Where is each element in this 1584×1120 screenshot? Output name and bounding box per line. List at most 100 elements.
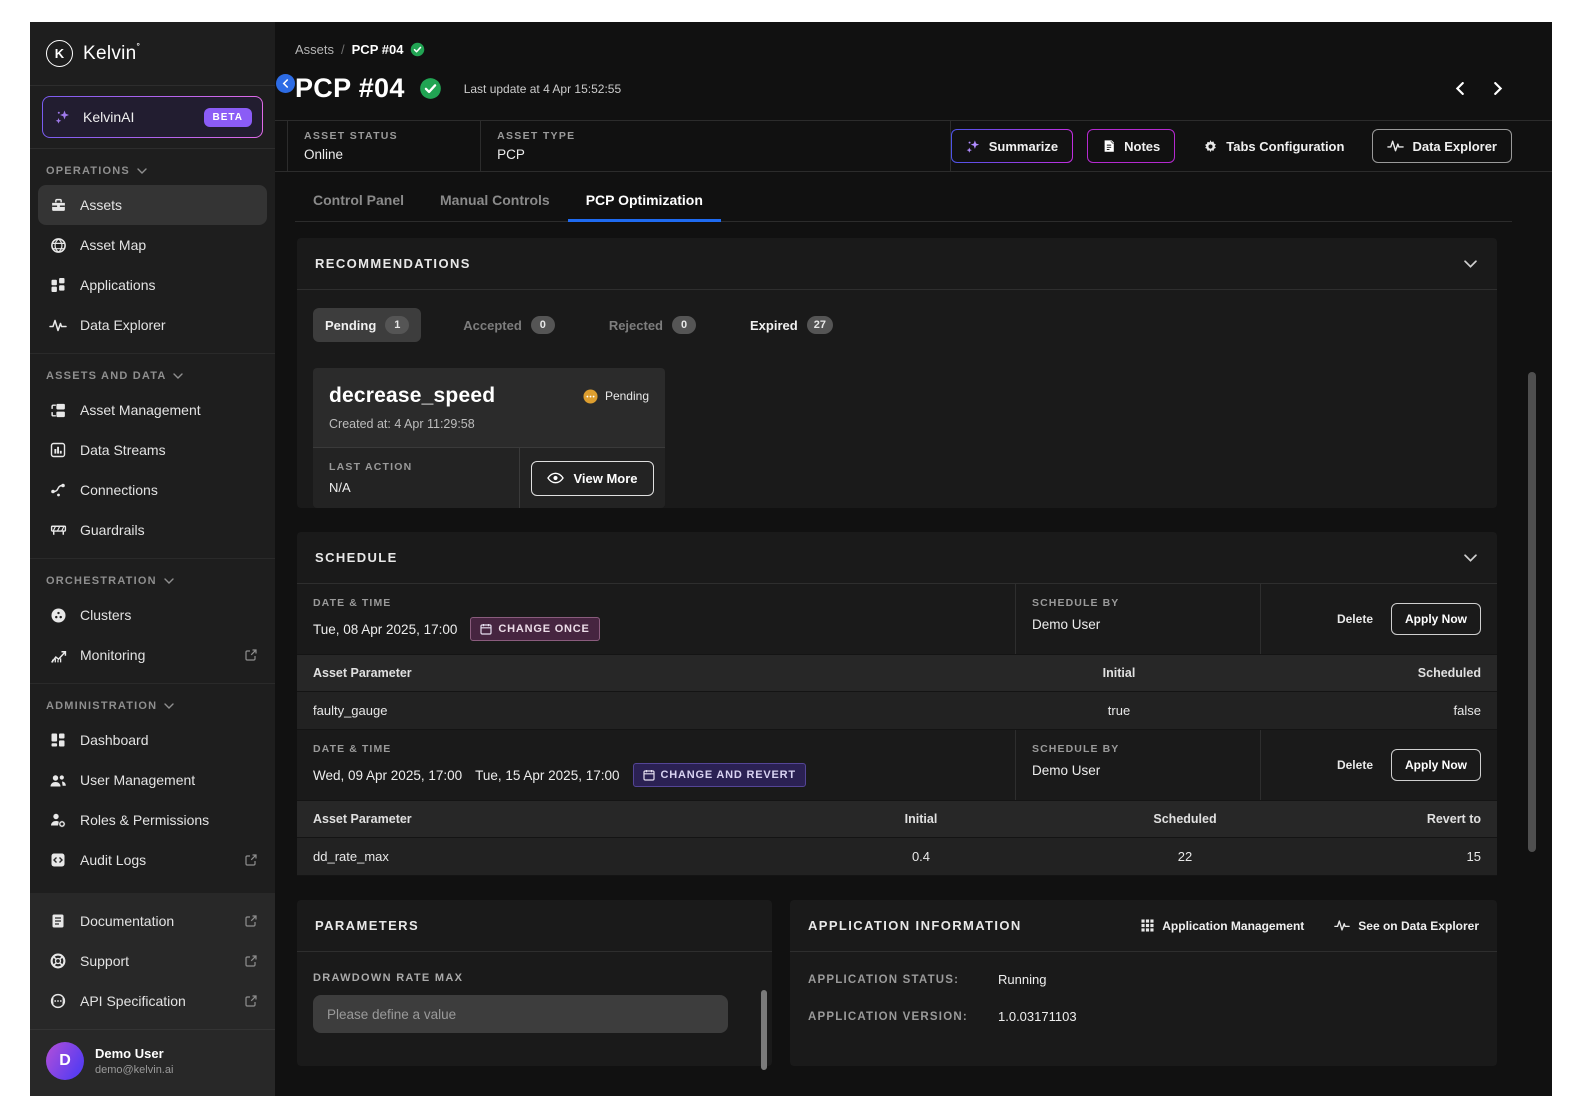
- globe-icon: [48, 237, 68, 254]
- sidebar-item-asset-management[interactable]: Asset Management: [38, 390, 267, 430]
- monitoring-icon: [48, 647, 68, 664]
- last-update: Last update at 4 Apr 15:52:55: [464, 82, 621, 96]
- drawdown-rate-max-input[interactable]: [313, 995, 728, 1033]
- filter-pending[interactable]: Pending1: [313, 308, 421, 342]
- filter-expired[interactable]: Expired27: [738, 308, 845, 342]
- data-streams-icon: [48, 442, 68, 458]
- application-management-link[interactable]: Application Management: [1141, 919, 1304, 933]
- apply-now-button[interactable]: Apply Now: [1391, 749, 1481, 781]
- sparkle-icon: [966, 139, 981, 154]
- external-link-icon: [245, 995, 257, 1007]
- collapse-schedule-icon[interactable]: [1462, 552, 1479, 564]
- schedule-by: Demo User: [1032, 617, 1100, 632]
- kelvin-logo[interactable]: K Kelvin˚: [30, 22, 275, 85]
- kelvin-logo-text: Kelvin˚: [83, 43, 141, 65]
- next-asset-button[interactable]: [1490, 78, 1507, 99]
- asset-management-icon: [48, 402, 68, 419]
- page-header: Assets / PCP #04 PCP #04 Last update at …: [275, 22, 1552, 104]
- breadcrumb-assets[interactable]: Assets: [295, 42, 334, 57]
- summarize-button[interactable]: Summarize: [951, 129, 1073, 163]
- recommendation-filters: Pending1 Accepted0 Rejected0 Expired27: [297, 290, 1497, 350]
- clusters-icon: [48, 607, 68, 624]
- sidebar-item-user-management[interactable]: User Management: [38, 760, 267, 800]
- sidebar-item-roles-permissions[interactable]: Roles & Permissions: [38, 800, 267, 840]
- sidebar-sections: OPERATIONSAssetsAsset MapApplicationsDat…: [30, 149, 275, 888]
- notes-button[interactable]: Notes: [1087, 129, 1175, 163]
- tab-pcp-optimization[interactable]: PCP Optimization: [568, 178, 721, 222]
- application-information-panel: APPLICATION INFORMATION Application Mana…: [790, 900, 1497, 1066]
- section-label-operations[interactable]: OPERATIONS: [30, 153, 275, 185]
- sidebar-item-data-explorer[interactable]: Data Explorer: [38, 305, 267, 345]
- guardrails-icon: [48, 522, 68, 539]
- see-on-data-explorer-link[interactable]: See on Data Explorer: [1334, 919, 1479, 933]
- view-more-button[interactable]: View More: [531, 461, 653, 496]
- sidebar-item-assets[interactable]: Assets: [38, 185, 267, 225]
- waveform-icon: [48, 318, 68, 333]
- delete-button[interactable]: Delete: [1337, 758, 1373, 772]
- application-status-value: Running: [998, 972, 1046, 987]
- eye-icon: [547, 472, 564, 484]
- section-label-administration[interactable]: ADMINISTRATION: [30, 688, 275, 720]
- chevron-down-icon: [164, 578, 174, 584]
- sidebar-item-monitoring[interactable]: Monitoring: [38, 635, 267, 675]
- schedule-by: Demo User: [1032, 763, 1100, 778]
- sidebar-item-support[interactable]: Support: [38, 941, 267, 981]
- sidebar-item-data-streams[interactable]: Data Streams: [38, 430, 267, 470]
- tabs-configuration-button[interactable]: Tabs Configuration: [1189, 129, 1358, 163]
- prev-asset-button[interactable]: [1451, 78, 1468, 99]
- sidebar-item-api-specification[interactable]: API Specification: [38, 981, 267, 1021]
- dashboard-icon: [48, 732, 68, 748]
- sidebar-collapse-button[interactable]: [276, 74, 295, 93]
- beta-badge: BETA: [204, 108, 252, 127]
- schedule-table-row: faulty_gauge true false: [297, 692, 1497, 730]
- application-version-value: 1.0.03171103: [998, 1009, 1077, 1024]
- apply-now-button[interactable]: Apply Now: [1391, 603, 1481, 635]
- filter-rejected[interactable]: Rejected0: [597, 308, 708, 342]
- delete-button[interactable]: Delete: [1337, 612, 1373, 626]
- waveform-icon: [1334, 919, 1350, 932]
- change-and-revert-badge[interactable]: CHANGE AND REVERT: [633, 763, 806, 787]
- pending-icon: [583, 389, 598, 404]
- recommendation-card: decrease_speed Pending Created at: 4 Apr…: [313, 368, 665, 508]
- chevron-down-icon: [173, 373, 183, 379]
- main-scrollbar[interactable]: [1528, 372, 1536, 852]
- schedule-datetime: Wed, 09 Apr 2025, 17:00: [313, 768, 462, 783]
- tab-manual-controls[interactable]: Manual Controls: [422, 178, 568, 222]
- collapse-recommendations-icon[interactable]: [1462, 258, 1479, 270]
- section-label-assets-and-data[interactable]: ASSETS AND DATA: [30, 358, 275, 390]
- avatar: D: [46, 1042, 84, 1080]
- sidebar-item-clusters[interactable]: Clusters: [38, 595, 267, 635]
- parameters-scrollbar[interactable]: [761, 990, 767, 1070]
- filter-count-badge: 0: [531, 316, 555, 334]
- sidebar-item-connections[interactable]: Connections: [38, 470, 267, 510]
- divider: [30, 85, 275, 86]
- sidebar-item-guardrails[interactable]: Guardrails: [38, 510, 267, 550]
- sidebar-item-documentation[interactable]: Documentation: [38, 901, 267, 941]
- sidebar-item-audit-logs[interactable]: Audit Logs: [38, 840, 267, 880]
- asset-status-cell: ASSET STATUS Online: [287, 121, 481, 171]
- data-explorer-button[interactable]: Data Explorer: [1372, 129, 1512, 163]
- last-action-value: N/A: [329, 480, 503, 495]
- gear-icon: [1203, 139, 1218, 154]
- user-menu[interactable]: D Demo User demo@kelvin.ai: [30, 1029, 275, 1096]
- document-icon: [48, 913, 68, 929]
- tab-control-panel[interactable]: Control Panel: [295, 178, 422, 222]
- asset-status-value: Online: [304, 147, 464, 162]
- filter-accepted[interactable]: Accepted0: [451, 308, 567, 342]
- breadcrumb-current: PCP #04: [352, 42, 404, 57]
- schedule-table-header: Asset Parameter Initial Scheduled: [297, 654, 1497, 692]
- kelvinai-button[interactable]: KelvinAI BETA: [42, 96, 263, 138]
- toolbox-icon: [48, 197, 68, 214]
- asset-status-bar: ASSET STATUS Online ASSET TYPE PCP Summa…: [275, 120, 1552, 172]
- sidebar-item-applications[interactable]: Applications: [38, 265, 267, 305]
- notes-icon: [1102, 139, 1116, 153]
- section-label-orchestration[interactable]: ORCHESTRATION: [30, 563, 275, 595]
- change-once-badge[interactable]: CHANGE ONCE: [470, 617, 599, 641]
- sidebar-item-dashboard[interactable]: Dashboard: [38, 720, 267, 760]
- check-circle-icon: [410, 42, 425, 57]
- status-badge: Pending: [583, 389, 649, 404]
- sidebar-item-asset-map[interactable]: Asset Map: [38, 225, 267, 265]
- kelvinai-label: KelvinAI: [83, 109, 194, 125]
- chevron-down-icon: [164, 703, 174, 709]
- user-email: demo@kelvin.ai: [95, 1064, 173, 1076]
